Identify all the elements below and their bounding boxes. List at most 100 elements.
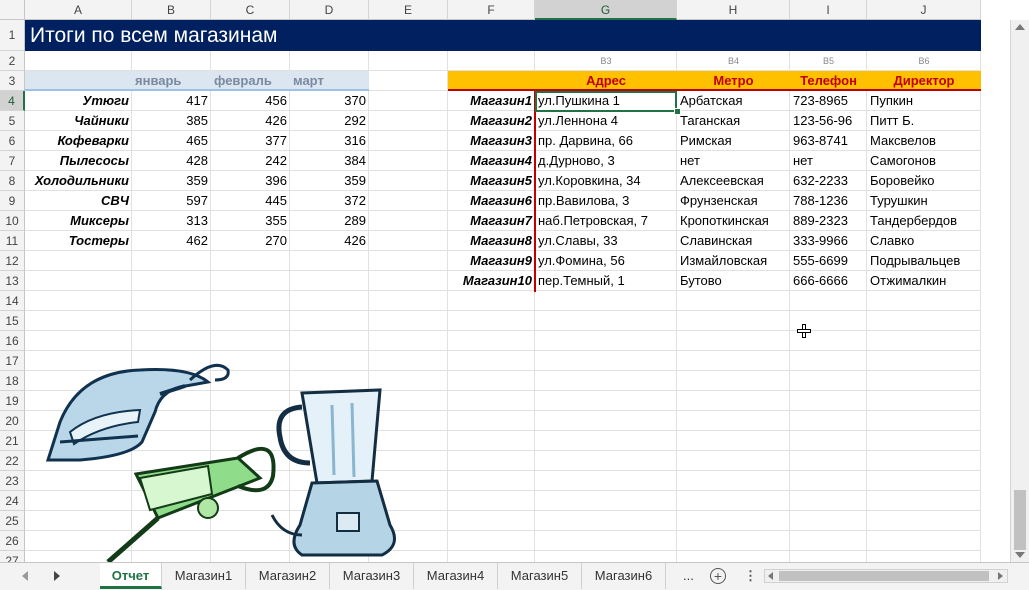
store-phone[interactable]: нет xyxy=(790,151,867,171)
column-header-g[interactable]: G xyxy=(535,0,677,20)
row-header-21[interactable]: 21 xyxy=(0,431,25,451)
store-metro[interactable]: Славинская xyxy=(677,231,790,251)
store-metro[interactable]: Таганская xyxy=(677,111,790,131)
sheet-tab-store4[interactable]: Магазин4 xyxy=(414,563,498,589)
sheet-tab-report[interactable]: Отчет xyxy=(100,563,162,589)
store-metro[interactable]: Алексеевская xyxy=(677,171,790,191)
sales-value[interactable]: 316 xyxy=(290,131,369,151)
hscroll-left-icon[interactable] xyxy=(768,572,773,580)
vertical-scrollbar[interactable] xyxy=(1010,20,1029,562)
sales-value[interactable]: 242 xyxy=(211,151,290,171)
sales-value[interactable]: 370 xyxy=(290,91,369,111)
store-phone[interactable]: 963-8741 xyxy=(790,131,867,151)
store-phone[interactable]: 666-6666 xyxy=(790,271,867,291)
sales-value[interactable]: 426 xyxy=(211,111,290,131)
store-name[interactable]: Магазин8 xyxy=(448,231,535,251)
store-addr[interactable]: ул.Фомина, 56 xyxy=(535,251,677,271)
store-name[interactable]: Магазин1 xyxy=(448,91,535,111)
store-phone[interactable]: 123-56-96 xyxy=(790,111,867,131)
product-name[interactable]: Холодильники xyxy=(25,171,132,191)
select-all-corner[interactable] xyxy=(0,0,25,20)
row-header-9[interactable]: 9 xyxy=(0,191,25,211)
row-header-26[interactable]: 26 xyxy=(0,531,25,551)
scroll-right-icon[interactable] xyxy=(54,571,60,581)
scroll-left-icon[interactable] xyxy=(22,571,28,581)
store-addr[interactable]: д.Дурново, 3 xyxy=(535,151,677,171)
store-dir[interactable]: Турушкин xyxy=(867,191,981,211)
row-header-24[interactable]: 24 xyxy=(0,491,25,511)
store-metro[interactable]: Измайловская xyxy=(677,251,790,271)
column-header-h[interactable]: H xyxy=(677,0,790,20)
sales-value[interactable]: 456 xyxy=(211,91,290,111)
row-header-17[interactable]: 17 xyxy=(0,351,25,371)
hscroll-right-icon[interactable] xyxy=(998,572,1003,580)
row-header-13[interactable]: 13 xyxy=(0,271,25,291)
row-header-4[interactable]: 4 xyxy=(0,91,25,111)
store-addr[interactable]: пер.Темный, 1 xyxy=(535,271,677,291)
store-name[interactable]: Магазин6 xyxy=(448,191,535,211)
column-header-a[interactable]: A xyxy=(25,0,132,20)
store-addr[interactable]: ул.Славы, 33 xyxy=(535,231,677,251)
store-metro[interactable]: Римская xyxy=(677,131,790,151)
store-phone[interactable]: 889-2323 xyxy=(790,211,867,231)
row-header-20[interactable]: 20 xyxy=(0,411,25,431)
sales-value[interactable]: 372 xyxy=(290,191,369,211)
row-header-14[interactable]: 14 xyxy=(0,291,25,311)
store-addr[interactable]: ул.Леннона 4 xyxy=(535,111,677,131)
scroll-up-icon[interactable] xyxy=(1015,24,1025,30)
row-header-1[interactable]: 1 xyxy=(0,20,25,51)
store-name[interactable]: Магазин4 xyxy=(448,151,535,171)
store-name[interactable]: Магазин9 xyxy=(448,251,535,271)
product-name[interactable]: Миксеры xyxy=(25,211,132,231)
column-header-i[interactable]: I xyxy=(790,0,867,20)
store-phone[interactable]: 333-9966 xyxy=(790,231,867,251)
store-dir[interactable]: Питт Б. xyxy=(867,111,981,131)
add-sheet-icon[interactable]: + xyxy=(710,568,726,584)
sales-value[interactable]: 385 xyxy=(132,111,211,131)
row-header-8[interactable]: 8 xyxy=(0,171,25,191)
more-tabs-button[interactable]: ... xyxy=(683,563,694,589)
sales-value[interactable]: 270 xyxy=(211,231,290,251)
sales-value[interactable]: 377 xyxy=(211,131,290,151)
row-header-18[interactable]: 18 xyxy=(0,371,25,391)
sales-value[interactable]: 417 xyxy=(132,91,211,111)
store-addr[interactable]: пр. Дарвина, 66 xyxy=(535,131,677,151)
column-header-d[interactable]: D xyxy=(290,0,369,20)
store-dir[interactable]: Самогонов xyxy=(867,151,981,171)
sheet-tab-store6[interactable]: Магазин6 xyxy=(582,563,666,589)
vertical-scroll-thumb[interactable] xyxy=(1014,490,1026,550)
store-metro[interactable]: нет xyxy=(677,151,790,171)
sheet-tab-store5[interactable]: Магазин5 xyxy=(498,563,582,589)
store-metro[interactable]: Фрунзенская xyxy=(677,191,790,211)
horizontal-scrollbar[interactable] xyxy=(764,569,1008,583)
active-cell-G4[interactable] xyxy=(535,91,677,112)
store-dir[interactable]: Подрывальцев xyxy=(867,251,981,271)
store-phone[interactable]: 632-2233 xyxy=(790,171,867,191)
store-addr[interactable]: ул.Коровкина, 34 xyxy=(535,171,677,191)
sales-value[interactable]: 355 xyxy=(211,211,290,231)
sales-value[interactable]: 465 xyxy=(132,131,211,151)
row-header-7[interactable]: 7 xyxy=(0,151,25,171)
sales-value[interactable]: 292 xyxy=(290,111,369,131)
fill-handle[interactable] xyxy=(674,108,681,115)
store-dir[interactable]: Боровейко xyxy=(867,171,981,191)
store-metro[interactable]: Бутово xyxy=(677,271,790,291)
scroll-down-icon[interactable] xyxy=(1015,552,1025,558)
sheet-tab-store3[interactable]: Магазин3 xyxy=(330,563,414,589)
product-name[interactable]: СВЧ xyxy=(25,191,132,211)
sales-value[interactable]: 359 xyxy=(290,171,369,191)
row-header-11[interactable]: 11 xyxy=(0,231,25,251)
row-header-22[interactable]: 22 xyxy=(0,451,25,471)
product-name[interactable]: Пылесосы xyxy=(25,151,132,171)
row-header-5[interactable]: 5 xyxy=(0,111,25,131)
sales-value[interactable]: 313 xyxy=(132,211,211,231)
row-header-12[interactable]: 12 xyxy=(0,251,25,271)
sales-value[interactable]: 359 xyxy=(132,171,211,191)
row-header-19[interactable]: 19 xyxy=(0,391,25,411)
sales-value[interactable]: 426 xyxy=(290,231,369,251)
store-dir[interactable]: Максвелов xyxy=(867,131,981,151)
store-name[interactable]: Магазин5 xyxy=(448,171,535,191)
store-name[interactable]: Магазин10 xyxy=(448,271,535,291)
sales-value[interactable]: 396 xyxy=(211,171,290,191)
sales-value[interactable]: 289 xyxy=(290,211,369,231)
